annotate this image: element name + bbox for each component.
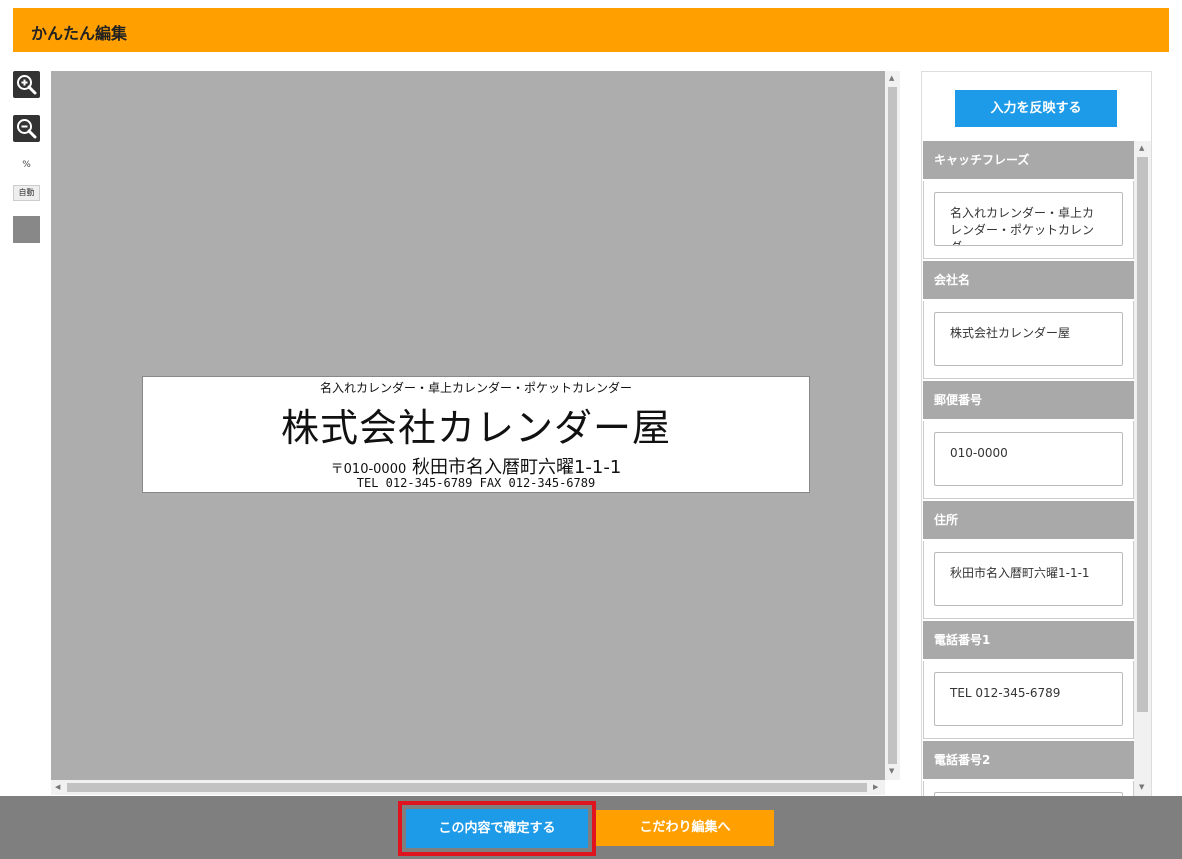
phone1-textarea[interactable]: TEL 012-345-6789 bbox=[934, 672, 1123, 726]
field-body-company: 株式会社カレンダー屋 bbox=[923, 301, 1134, 379]
preview-address: 秋田市名入暦町六曜1-1-1 bbox=[411, 457, 622, 478]
scroll-thumb[interactable] bbox=[67, 783, 867, 792]
catchphrase-textarea[interactable]: 名入れカレンダー・卓上カレンダー・ポケットカレンダー bbox=[934, 192, 1123, 246]
field-body-phone1: TEL 012-345-6789 bbox=[923, 661, 1134, 739]
scroll-thumb[interactable] bbox=[1137, 157, 1148, 712]
app-header: かんたん編集 bbox=[13, 8, 1169, 52]
zoom-in-icon bbox=[17, 75, 37, 95]
auto-zoom-button[interactable]: 自動 bbox=[13, 185, 40, 201]
scroll-up-icon[interactable]: ▲ bbox=[889, 75, 894, 82]
zoom-in-button[interactable] bbox=[13, 71, 40, 98]
advanced-edit-button[interactable]: こだわり編集へ bbox=[596, 810, 774, 846]
scroll-down-icon[interactable]: ▼ bbox=[1139, 784, 1144, 791]
field-label-catchphrase: キャッチフレーズ bbox=[923, 141, 1134, 179]
field-label-phone1: 電話番号1 bbox=[923, 621, 1134, 659]
zip-textarea[interactable]: 010-0000 bbox=[934, 432, 1123, 486]
preview-catchphrase: 名入れカレンダー・卓上カレンダー・ポケットカレンダー bbox=[319, 381, 632, 395]
field-label-address: 住所 bbox=[923, 501, 1134, 539]
background-color-swatch[interactable] bbox=[13, 216, 40, 243]
field-list: キャッチフレーズ 名入れカレンダー・卓上カレンダー・ポケットカレンダー 会社名 … bbox=[923, 141, 1134, 796]
company-textarea[interactable]: 株式会社カレンダー屋 bbox=[934, 312, 1123, 366]
canvas-vertical-scrollbar[interactable]: ▲ ▼ bbox=[885, 71, 900, 780]
page-title: かんたん編集 bbox=[31, 24, 128, 43]
field-label-zip: 郵便番号 bbox=[923, 381, 1134, 419]
scroll-left-icon[interactable]: ◀ bbox=[55, 784, 60, 791]
field-body-zip: 010-0000 bbox=[923, 421, 1134, 499]
canvas-horizontal-scrollbar[interactable]: ◀ ▶ bbox=[51, 780, 885, 795]
field-body-address: 秋田市名入暦町六曜1-1-1 bbox=[923, 541, 1134, 619]
preview-zip: 〒010-0000 bbox=[330, 462, 407, 477]
apply-input-button[interactable]: 入力を反映する bbox=[955, 90, 1117, 127]
zoom-out-button[interactable] bbox=[13, 115, 40, 142]
confirm-button[interactable]: この内容で確定する bbox=[406, 809, 588, 848]
field-label-phone2: 電話番号2 bbox=[923, 741, 1134, 779]
scroll-down-icon[interactable]: ▼ bbox=[889, 768, 894, 775]
preview-tel: TEL 012-345-6789 FAX 012-345-6789 bbox=[356, 476, 596, 490]
scroll-right-icon[interactable]: ▶ bbox=[873, 784, 878, 791]
zoom-percent: % bbox=[22, 160, 31, 170]
address-textarea[interactable]: 秋田市名入暦町六曜1-1-1 bbox=[934, 552, 1123, 606]
field-body-catchphrase: 名入れカレンダー・卓上カレンダー・ポケットカレンダー bbox=[923, 181, 1134, 259]
field-label-company: 会社名 bbox=[923, 261, 1134, 299]
panel-vertical-scrollbar[interactable]: ▲ ▼ bbox=[1134, 141, 1151, 796]
scroll-thumb[interactable] bbox=[888, 87, 897, 764]
preview-company: 株式会社カレンダー屋 bbox=[280, 406, 671, 450]
field-body-phone2 bbox=[923, 781, 1134, 796]
preview-canvas: 名入れカレンダー・卓上カレンダー・ポケットカレンダー 株式会社カレンダー屋 〒0… bbox=[51, 71, 885, 780]
design-preview[interactable]: 名入れカレンダー・卓上カレンダー・ポケットカレンダー 株式会社カレンダー屋 〒0… bbox=[142, 376, 810, 493]
zoom-out-icon bbox=[17, 119, 37, 139]
scroll-up-icon[interactable]: ▲ bbox=[1139, 145, 1144, 152]
